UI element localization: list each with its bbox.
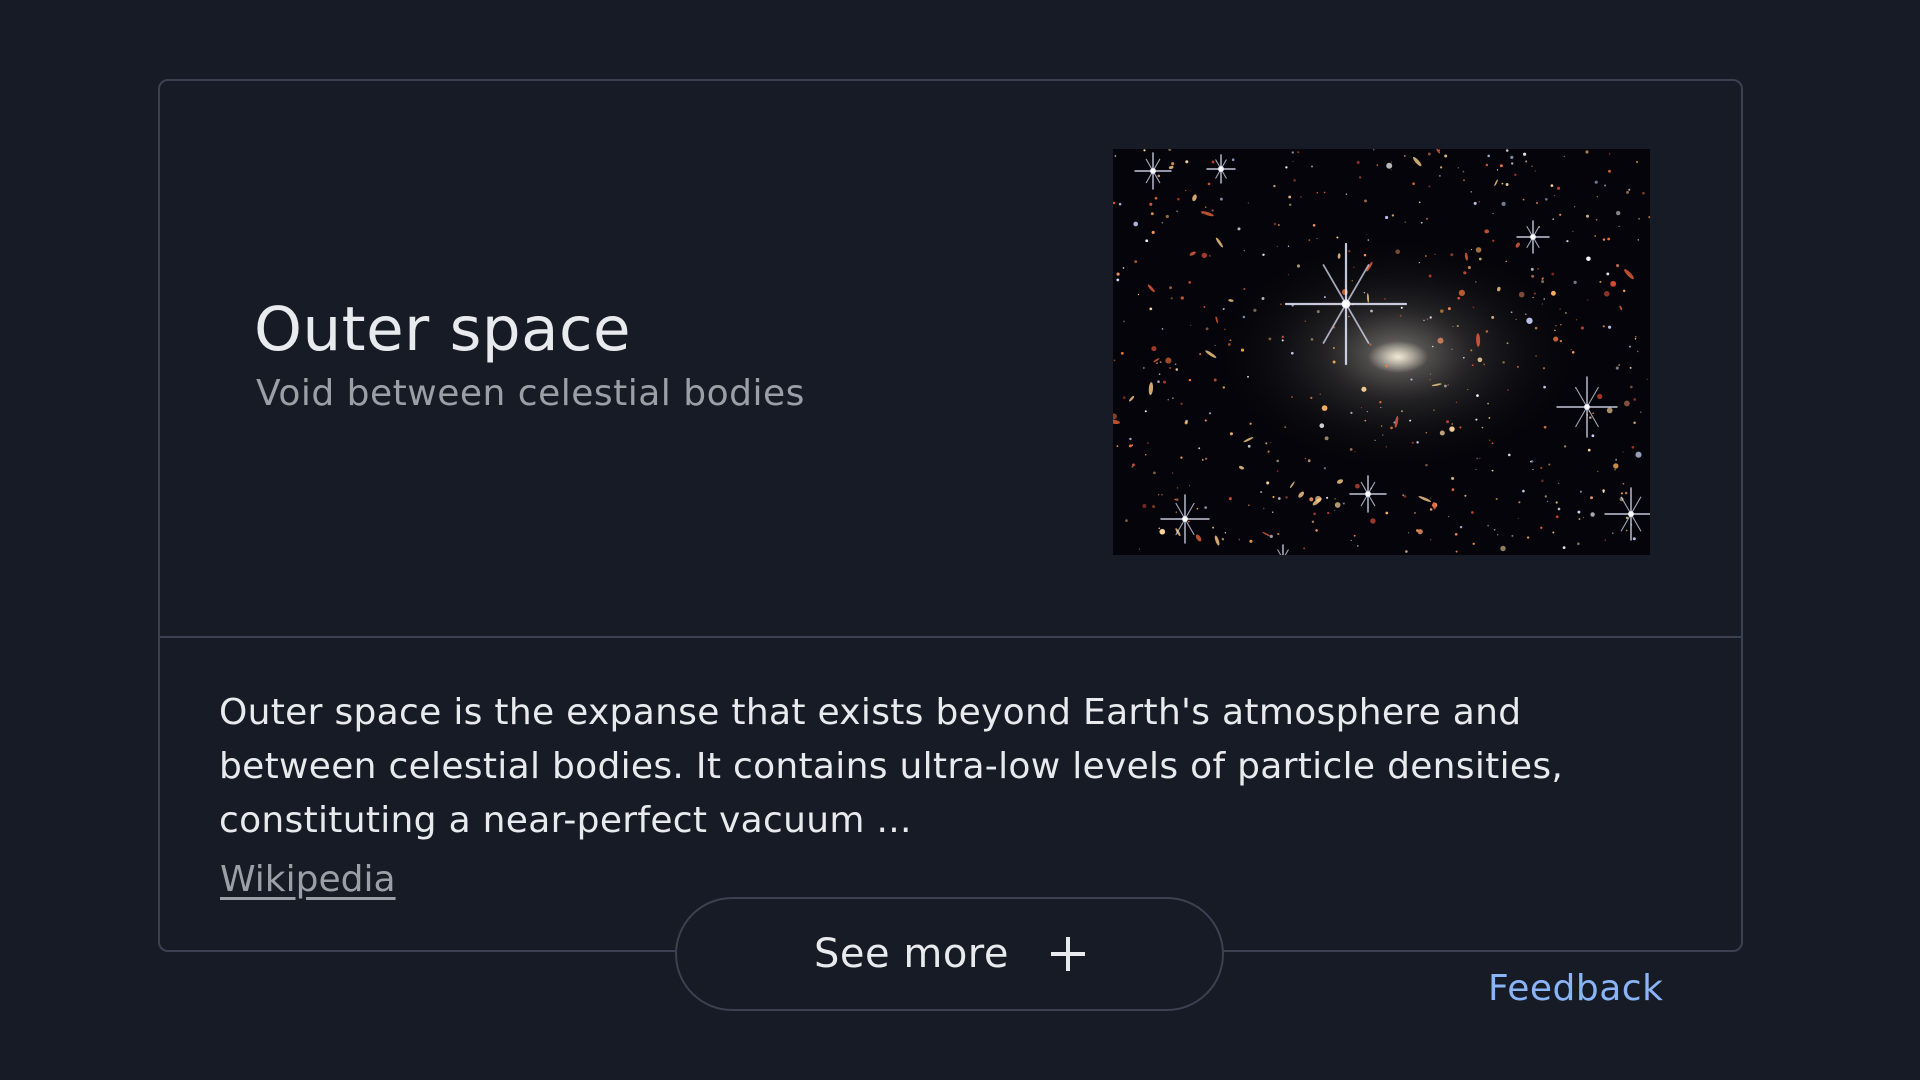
see-more-label: See more <box>814 931 1009 977</box>
knowledge-panel-card: Outer space Void between celestial bodie… <box>158 79 1743 952</box>
knowledge-panel-header: Outer space Void between celestial bodie… <box>160 81 1741 638</box>
space-thumbnail-image[interactable] <box>1113 149 1650 555</box>
feedback-link[interactable]: Feedback <box>1488 968 1663 1009</box>
see-more-button[interactable]: See more <box>675 897 1224 1011</box>
panel-subtitle: Void between celestial bodies <box>256 373 805 414</box>
wikipedia-source-link[interactable]: Wikipedia <box>220 859 396 900</box>
plus-icon <box>1050 937 1085 971</box>
panel-title: Outer space <box>254 294 632 365</box>
panel-description: Outer space is the expanse that exists b… <box>219 692 1564 841</box>
